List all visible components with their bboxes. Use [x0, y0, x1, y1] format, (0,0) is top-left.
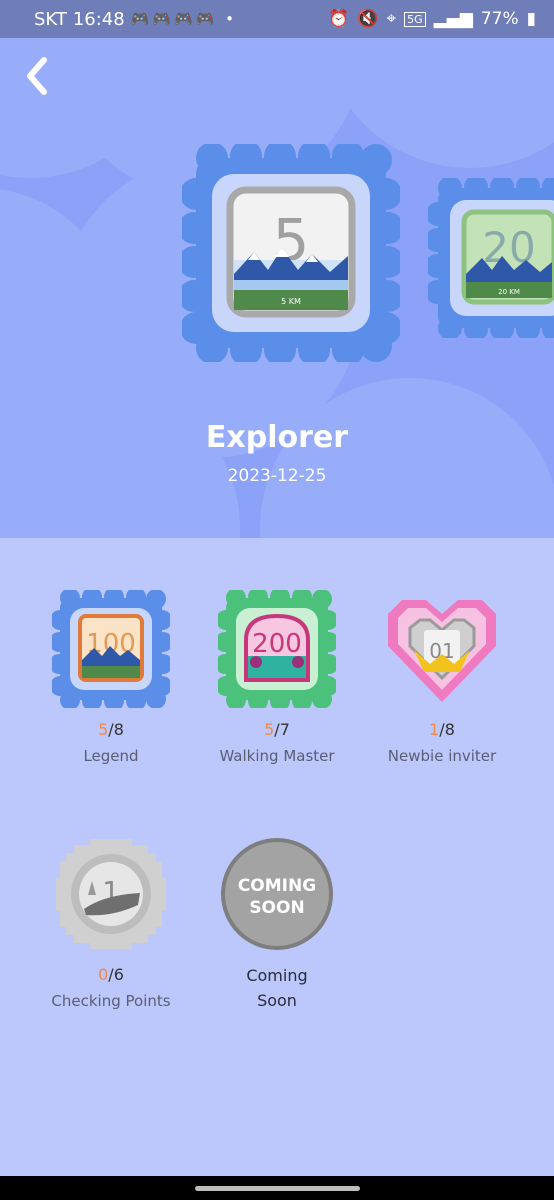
coming-soon-label: Coming Soon: [192, 963, 362, 1013]
badge-checking-points[interactable]: 1 0/6 Checking Points: [26, 835, 196, 1010]
home-gesture-handle[interactable]: [195, 1186, 360, 1191]
battery-label: 77%: [480, 9, 519, 29]
walking-master-stamp-icon: 200: [218, 590, 336, 708]
badge-label: Checking Points: [51, 992, 171, 1010]
notification-icons: 🎮🎮🎮🎮 •: [130, 10, 238, 28]
status-bar: SKT 16:48 🎮🎮🎮🎮 • ⏰ 🔇 ⌖ 5G ▂▄▆ 77% ▮: [0, 0, 554, 38]
carrier-label: SKT: [34, 8, 67, 30]
badge-coming-soon[interactable]: COMING SOON Coming Soon: [192, 835, 362, 1013]
badge-title: Explorer: [205, 420, 349, 455]
coming-soon-emblem: COMING SOON: [221, 838, 333, 950]
badge-label: Newbie inviter: [387, 747, 497, 765]
badge-progress: 5/8: [98, 720, 124, 739]
explorer-stamp: 5 5 KM: [182, 144, 400, 362]
badge-label: Legend: [83, 747, 139, 765]
signal-icon: ▂▄▆: [433, 9, 473, 29]
navigation-bar: [0, 1176, 554, 1200]
stamp-distance: 5 KM: [281, 297, 301, 306]
next-stamp-distance: 20 KM: [498, 288, 520, 296]
heart-badge-icon: 01: [388, 600, 496, 702]
battery-icon: ▮: [526, 9, 536, 29]
earned-date: 2023-12-25: [227, 466, 327, 486]
badge-newbie-inviter[interactable]: 01 1/8 Newbie inviter: [357, 590, 527, 765]
checkpoint-badge-icon: 1: [56, 839, 166, 949]
coming-soon-line1: Coming: [246, 966, 308, 985]
badge-walking-master[interactable]: 200 5/7 Walking Master: [192, 590, 362, 765]
coming-soon-line2: Soon: [257, 991, 297, 1010]
next-stamp: 20 20 KM: [428, 178, 554, 338]
badge-legend[interactable]: 100 5/8 Legend: [26, 590, 196, 765]
hero-banner: 5 5 KM 20 20 KM Explorer 2023-12-25: [0, 38, 554, 538]
svg-text:200: 200: [252, 629, 302, 659]
alarm-icon: ⏰: [328, 9, 350, 29]
svg-text:SOON: SOON: [249, 898, 304, 918]
mute-icon: 🔇: [357, 9, 379, 29]
location-icon: ⌖: [386, 9, 397, 29]
legend-stamp-icon: 100: [52, 590, 170, 708]
network-label: 5G: [404, 11, 426, 27]
clock: 16:48: [72, 8, 125, 30]
back-arrow-icon[interactable]: [22, 56, 54, 96]
badge-progress: 1/8: [429, 720, 455, 739]
badge-label: Walking Master: [219, 747, 335, 765]
badge-progress: 0/6: [98, 965, 124, 984]
svg-text:COMING: COMING: [238, 876, 316, 896]
badge-progress: 5/7: [264, 720, 290, 739]
